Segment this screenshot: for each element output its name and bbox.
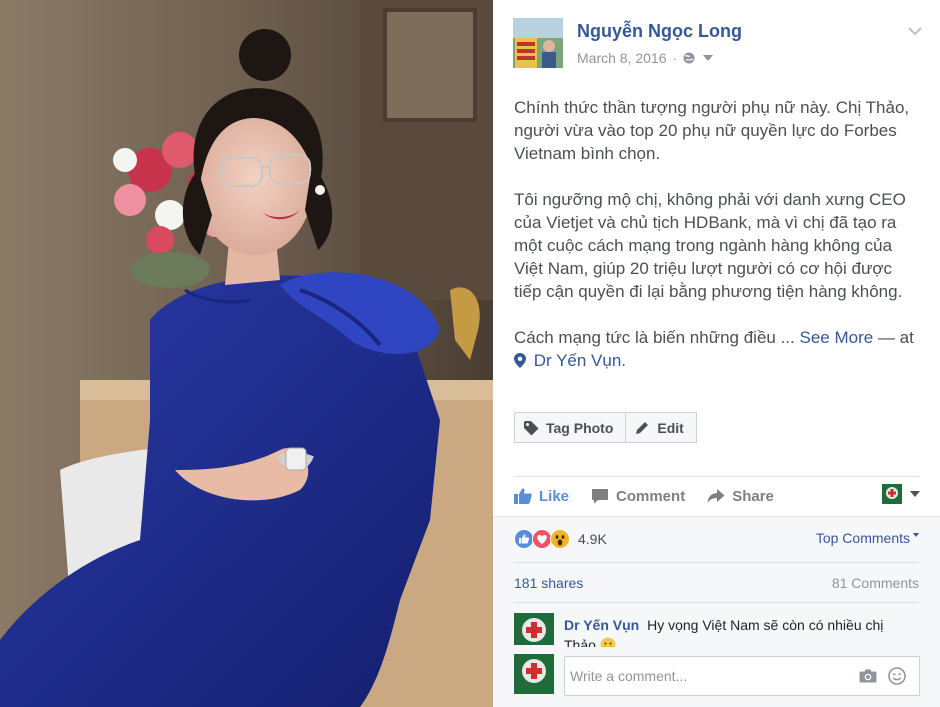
comment-button[interactable]: Comment xyxy=(591,488,685,505)
shares-row: 181 shares 81 Comments xyxy=(514,575,919,591)
post-truncated-text: Cách mạng tức là biến những điều ... xyxy=(514,328,795,347)
comment-text: Dr Yến Vụn Hy vọng Việt Nam sẽ còn có nh… xyxy=(564,615,904,647)
comment-author[interactable]: Dr Yến Vụn xyxy=(564,617,639,633)
love-reaction-icon xyxy=(532,529,552,549)
reaction-count[interactable]: 4.9K xyxy=(578,531,607,547)
smile-emoji-icon xyxy=(600,637,616,647)
reaction-icons[interactable] xyxy=(514,529,570,549)
comment-item: Dr Yến Vụn Hy vọng Việt Nam sẽ còn có nh… xyxy=(514,613,919,647)
comment-icon xyxy=(592,489,609,504)
comments-count[interactable]: 81 Comments xyxy=(832,575,919,591)
see-more-link[interactable]: See More xyxy=(800,328,874,347)
share-button[interactable]: Share xyxy=(707,488,774,505)
photo-actions: Tag Photo Edit xyxy=(514,412,697,443)
shares-count[interactable]: 181 shares xyxy=(514,575,583,591)
share-label: Share xyxy=(732,487,774,505)
edit-label: Edit xyxy=(657,419,684,436)
engagement-section: 4.9K Top Comments 181 shares 81 Comments… xyxy=(493,516,940,707)
post-as-selector[interactable] xyxy=(882,484,920,504)
location-prefix: — at xyxy=(877,328,914,347)
camera-icon[interactable] xyxy=(859,669,877,683)
tag-photo-button[interactable]: Tag Photo xyxy=(514,412,627,443)
chevron-down-icon[interactable] xyxy=(908,26,922,36)
commenter-avatar[interactable] xyxy=(514,613,554,645)
tag-icon xyxy=(524,420,539,435)
divider xyxy=(514,602,919,603)
post-paragraph-3: Cách mạng tức là biến những điều ... See… xyxy=(514,326,922,372)
like-label: Like xyxy=(539,487,570,505)
dot-separator: · xyxy=(672,50,678,66)
reactions-row: 4.9K Top Comments xyxy=(514,527,919,551)
comment-composer xyxy=(514,654,920,698)
tag-photo-label: Tag Photo xyxy=(546,419,614,436)
like-reaction-icon xyxy=(514,529,534,549)
pencil-icon xyxy=(636,421,649,434)
divider xyxy=(514,562,919,563)
post-as-caret-icon xyxy=(910,491,920,497)
action-bar: Like Comment Share xyxy=(514,484,920,508)
location-link[interactable]: Dr Yến Vụn. xyxy=(534,351,626,370)
like-button[interactable]: Like xyxy=(514,488,569,505)
top-comments-dropdown[interactable]: Top Comments xyxy=(816,530,919,546)
post-paragraph-2: Tôi ngưỡng mộ chị, không phải với danh x… xyxy=(514,190,906,301)
post-body: Chính thức thần tượng người phụ nữ này. … xyxy=(514,96,922,372)
post-header: Nguyễn Ngọc Long March 8, 2016 · xyxy=(513,18,940,74)
thumbs-up-icon xyxy=(514,488,532,504)
comment-label: Comment xyxy=(616,487,686,505)
author-avatar[interactable] xyxy=(513,18,563,68)
post-meta: March 8, 2016 · xyxy=(577,50,714,66)
share-icon xyxy=(707,489,725,503)
composer-avatar xyxy=(514,654,554,694)
post-date[interactable]: March 8, 2016 xyxy=(577,50,667,66)
photo-viewer[interactable] xyxy=(0,0,493,707)
author-name[interactable]: Nguyễn Ngọc Long xyxy=(577,21,742,42)
emoji-icon[interactable] xyxy=(888,667,906,685)
post-paragraph-1: Chính thức thần tượng người phụ nữ này. … xyxy=(514,98,910,163)
post-side-panel: Nguyễn Ngọc Long March 8, 2016 · Chính t… xyxy=(493,0,940,707)
wow-reaction-icon xyxy=(550,529,570,549)
edit-button[interactable]: Edit xyxy=(626,412,697,443)
location-pin-icon xyxy=(514,353,526,368)
page-avatar xyxy=(882,484,902,504)
divider xyxy=(514,476,919,477)
audience-caret-icon[interactable] xyxy=(703,55,714,61)
post-photo xyxy=(0,0,493,707)
globe-icon xyxy=(683,52,695,64)
